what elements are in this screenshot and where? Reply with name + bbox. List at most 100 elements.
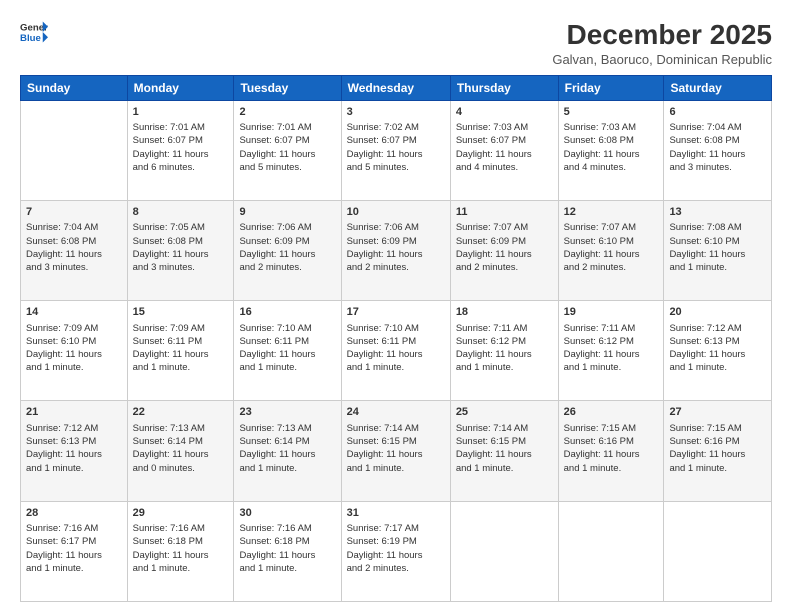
calendar-header-sunday: Sunday bbox=[21, 75, 128, 100]
calendar-cell: 5Sunrise: 7:03 AMSunset: 6:08 PMDaylight… bbox=[558, 100, 664, 200]
day-info: Sunrise: 7:05 AMSunset: 6:08 PMDaylight:… bbox=[133, 221, 229, 274]
day-info: Sunrise: 7:13 AMSunset: 6:14 PMDaylight:… bbox=[133, 422, 229, 475]
calendar-cell: 25Sunrise: 7:14 AMSunset: 6:15 PMDayligh… bbox=[450, 401, 558, 501]
calendar-cell: 23 Sunrise: 7:13 AMSunset: 6:14 PMDayligh… bbox=[234, 401, 341, 501]
calendar-cell: 31Sunrise: 7:17 AMSunset: 6:19 PMDayligh… bbox=[341, 501, 450, 601]
calendar-cell bbox=[450, 501, 558, 601]
title-section: December 2025 Galvan, Baoruco, Dominican… bbox=[552, 18, 772, 67]
day-info: Sunrise: 7:07 AMSunset: 6:09 PMDaylight:… bbox=[456, 221, 553, 274]
calendar-cell: 9Sunrise: 7:06 AMSunset: 6:09 PMDaylight… bbox=[234, 200, 341, 300]
day-info: Sunrise: 7:17 AMSunset: 6:19 PMDaylight:… bbox=[347, 522, 445, 575]
calendar-cell: 16 Sunrise: 7:10 AMSunset: 6:11 PMDayligh… bbox=[234, 301, 341, 401]
day-number: 23 bbox=[239, 405, 335, 420]
day-info: Sunrise: 7:16 AMSunset: 6:18 PMDaylight:… bbox=[239, 522, 335, 575]
calendar-cell: 11Sunrise: 7:07 AMSunset: 6:09 PMDayligh… bbox=[450, 200, 558, 300]
day-number: 15 bbox=[133, 305, 229, 320]
calendar-cell: 2Sunrise: 7:01 AMSunset: 6:07 PMDaylight… bbox=[234, 100, 341, 200]
day-info: Sunrise: 7:11 AMSunset: 6:12 PMDaylight:… bbox=[456, 322, 553, 375]
day-number: 2 bbox=[239, 105, 335, 120]
day-info: Sunrise: 7:09 AMSunset: 6:11 PMDaylight:… bbox=[133, 322, 229, 375]
calendar-cell: 28Sunrise: 7:16 AMSunset: 6:17 PMDayligh… bbox=[21, 501, 128, 601]
day-info: Sunrise: 7:04 AMSunset: 6:08 PMDaylight:… bbox=[26, 221, 122, 274]
day-info: Sunrise: 7:06 AMSunset: 6:09 PMDaylight:… bbox=[347, 221, 445, 274]
calendar-cell: 7Sunrise: 7:04 AMSunset: 6:08 PMDaylight… bbox=[21, 200, 128, 300]
calendar-header-row: SundayMondayTuesdayWednesdayThursdayFrid… bbox=[21, 75, 772, 100]
subtitle: Galvan, Baoruco, Dominican Republic bbox=[552, 52, 772, 67]
calendar-cell: 8Sunrise: 7:05 AMSunset: 6:08 PMDaylight… bbox=[127, 200, 234, 300]
calendar-week-row: 14 Sunrise: 7:09 AMSunset: 6:10 PMDayligh… bbox=[21, 301, 772, 401]
svg-text:Blue: Blue bbox=[20, 33, 41, 44]
calendar-cell: 3Sunrise: 7:02 AMSunset: 6:07 PMDaylight… bbox=[341, 100, 450, 200]
day-info: Sunrise: 7:06 AMSunset: 6:09 PMDaylight:… bbox=[239, 221, 335, 274]
calendar-cell: 30Sunrise: 7:16 AMSunset: 6:18 PMDayligh… bbox=[234, 501, 341, 601]
day-info: Sunrise: 7:10 AMSunset: 6:11 PMDaylight:… bbox=[239, 322, 335, 375]
calendar-cell bbox=[664, 501, 772, 601]
day-info: Sunrise: 7:15 AMSunset: 6:16 PMDaylight:… bbox=[564, 422, 659, 475]
day-info: Sunrise: 7:12 AMSunset: 6:13 PMDaylight:… bbox=[669, 322, 766, 375]
calendar-cell: 12Sunrise: 7:07 AMSunset: 6:10 PMDayligh… bbox=[558, 200, 664, 300]
calendar-cell: 21Sunrise: 7:12 AMSunset: 6:13 PMDayligh… bbox=[21, 401, 128, 501]
day-number: 10 bbox=[347, 205, 445, 220]
calendar-week-row: 21Sunrise: 7:12 AMSunset: 6:13 PMDayligh… bbox=[21, 401, 772, 501]
day-number: 24 bbox=[347, 405, 445, 420]
calendar-cell: 14 Sunrise: 7:09 AMSunset: 6:10 PMDayligh… bbox=[21, 301, 128, 401]
day-number: 30 bbox=[239, 506, 335, 521]
calendar-cell: 4Sunrise: 7:03 AMSunset: 6:07 PMDaylight… bbox=[450, 100, 558, 200]
calendar-cell bbox=[558, 501, 664, 601]
day-info: Sunrise: 7:03 AMSunset: 6:08 PMDaylight:… bbox=[564, 121, 659, 174]
calendar-week-row: 7Sunrise: 7:04 AMSunset: 6:08 PMDaylight… bbox=[21, 200, 772, 300]
day-number: 6 bbox=[669, 105, 766, 120]
calendar-header-friday: Friday bbox=[558, 75, 664, 100]
calendar-cell: 27Sunrise: 7:15 AMSunset: 6:16 PMDayligh… bbox=[664, 401, 772, 501]
day-number: 18 bbox=[456, 305, 553, 320]
day-info: Sunrise: 7:08 AMSunset: 6:10 PMDaylight:… bbox=[669, 221, 766, 274]
day-number: 27 bbox=[669, 405, 766, 420]
calendar-cell: 18 Sunrise: 7:11 AMSunset: 6:12 PMDayligh… bbox=[450, 301, 558, 401]
day-number: 17 bbox=[347, 305, 445, 320]
calendar-cell: 20 Sunrise: 7:12 AMSunset: 6:13 PMDayligh… bbox=[664, 301, 772, 401]
day-number: 1 bbox=[133, 105, 229, 120]
calendar-cell: 24 Sunrise: 7:14 AMSunset: 6:15 PMDayligh… bbox=[341, 401, 450, 501]
day-number: 4 bbox=[456, 105, 553, 120]
day-number: 26 bbox=[564, 405, 659, 420]
day-info: Sunrise: 7:14 AMSunset: 6:15 PMDaylight:… bbox=[347, 422, 445, 475]
calendar-cell: 6Sunrise: 7:04 AMSunset: 6:08 PMDaylight… bbox=[664, 100, 772, 200]
calendar-header-tuesday: Tuesday bbox=[234, 75, 341, 100]
day-number: 13 bbox=[669, 205, 766, 220]
day-info: Sunrise: 7:16 AMSunset: 6:18 PMDaylight:… bbox=[133, 522, 229, 575]
day-info: Sunrise: 7:01 AMSunset: 6:07 PMDaylight:… bbox=[133, 121, 229, 174]
calendar-week-row: 1Sunrise: 7:01 AMSunset: 6:07 PMDaylight… bbox=[21, 100, 772, 200]
day-info: Sunrise: 7:09 AMSunset: 6:10 PMDaylight:… bbox=[26, 322, 122, 375]
day-info: Sunrise: 7:11 AMSunset: 6:12 PMDaylight:… bbox=[564, 322, 659, 375]
calendar-header-wednesday: Wednesday bbox=[341, 75, 450, 100]
day-number: 20 bbox=[669, 305, 766, 320]
day-number: 28 bbox=[26, 506, 122, 521]
calendar-cell: 26 Sunrise: 7:15 AMSunset: 6:16 PMDayligh… bbox=[558, 401, 664, 501]
calendar-cell: 13Sunrise: 7:08 AMSunset: 6:10 PMDayligh… bbox=[664, 200, 772, 300]
day-number: 8 bbox=[133, 205, 229, 220]
calendar-header-saturday: Saturday bbox=[664, 75, 772, 100]
day-info: Sunrise: 7:12 AMSunset: 6:13 PMDaylight:… bbox=[26, 422, 122, 475]
day-number: 16 bbox=[239, 305, 335, 320]
day-number: 3 bbox=[347, 105, 445, 120]
calendar-cell bbox=[21, 100, 128, 200]
calendar-cell: 15 Sunrise: 7:09 AMSunset: 6:11 PMDayligh… bbox=[127, 301, 234, 401]
day-number: 25 bbox=[456, 405, 553, 420]
day-info: Sunrise: 7:16 AMSunset: 6:17 PMDaylight:… bbox=[26, 522, 122, 575]
calendar-cell: 1Sunrise: 7:01 AMSunset: 6:07 PMDaylight… bbox=[127, 100, 234, 200]
logo-icon: General Blue bbox=[20, 18, 48, 46]
calendar-header-thursday: Thursday bbox=[450, 75, 558, 100]
day-number: 22 bbox=[133, 405, 229, 420]
day-number: 31 bbox=[347, 506, 445, 521]
day-number: 5 bbox=[564, 105, 659, 120]
calendar-table: SundayMondayTuesdayWednesdayThursdayFrid… bbox=[20, 75, 772, 602]
calendar-cell: 17Sunrise: 7:10 AMSunset: 6:11 PMDayligh… bbox=[341, 301, 450, 401]
calendar-cell: 29Sunrise: 7:16 AMSunset: 6:18 PMDayligh… bbox=[127, 501, 234, 601]
day-number: 14 bbox=[26, 305, 122, 320]
day-info: Sunrise: 7:04 AMSunset: 6:08 PMDaylight:… bbox=[669, 121, 766, 174]
day-info: Sunrise: 7:03 AMSunset: 6:07 PMDaylight:… bbox=[456, 121, 553, 174]
header: General Blue December 2025 Galvan, Baoru… bbox=[20, 18, 772, 67]
day-info: Sunrise: 7:13 AMSunset: 6:14 PMDaylight:… bbox=[239, 422, 335, 475]
day-number: 19 bbox=[564, 305, 659, 320]
calendar-week-row: 28Sunrise: 7:16 AMSunset: 6:17 PMDayligh… bbox=[21, 501, 772, 601]
